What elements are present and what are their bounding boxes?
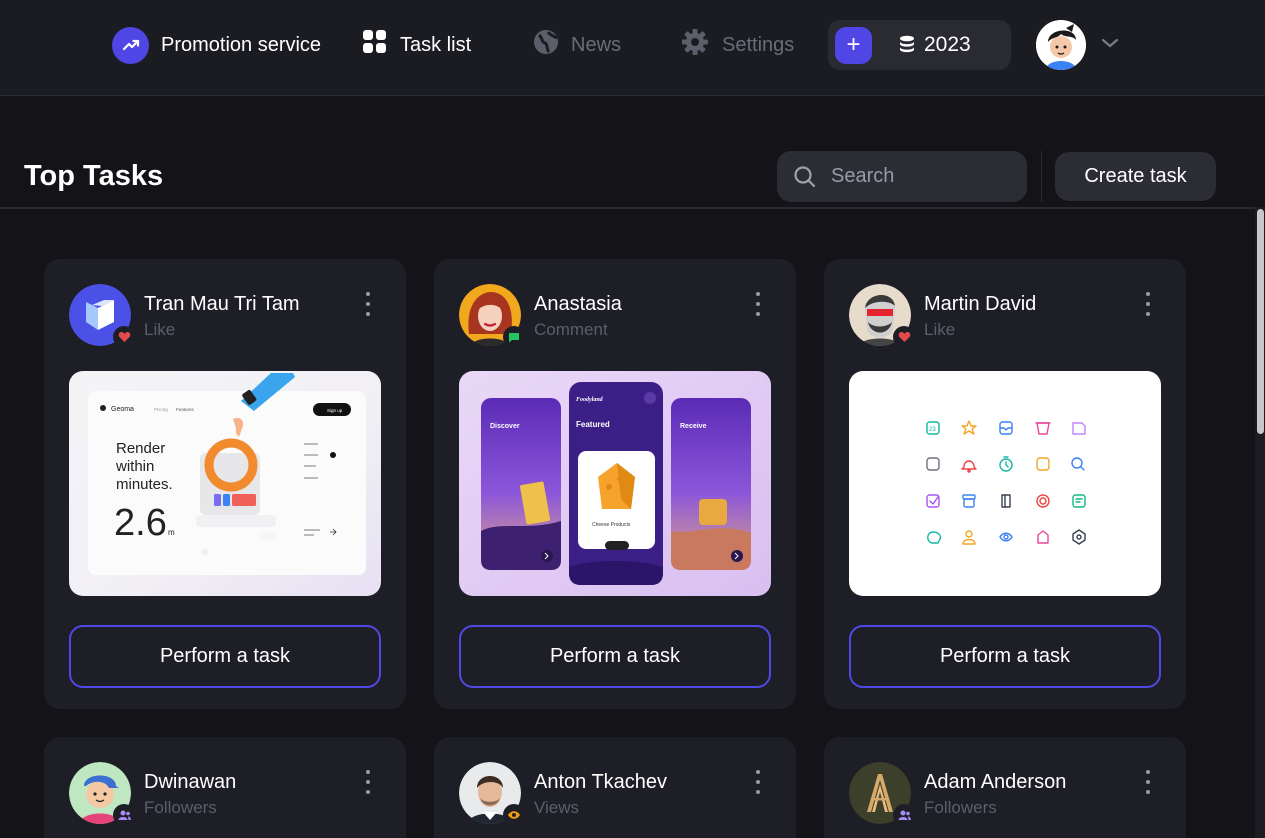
task-card: Tran Mau Tri Tam Like Geoma Pricing Feat…: [44, 259, 406, 709]
card-task-type: Like: [924, 320, 956, 339]
nav-news-label: News: [571, 33, 622, 56]
wallet-balance: 2023: [924, 33, 971, 56]
nav-promotion-service[interactable]: Promotion service: [112, 26, 321, 64]
preview-nav-left: Pricing: [154, 407, 168, 412]
followers-icon: [893, 804, 915, 826]
task-card: Martin David Like 23 Perform a task: [824, 259, 1186, 709]
more-options-icon[interactable]: [1142, 770, 1154, 794]
wallet-widget: + 2023: [828, 20, 1011, 70]
globe-icon: [533, 29, 559, 61]
top-navigation-bar: Promotion service Task list News Setting…: [0, 0, 1265, 96]
task-preview-image[interactable]: Geoma Pricing Features Sign up Render wi…: [69, 371, 381, 596]
page-title: Top Tasks: [24, 160, 164, 192]
add-funds-button[interactable]: +: [835, 26, 872, 64]
avatar: [459, 284, 525, 348]
card-task-type: Comment: [534, 320, 608, 339]
header-separator: [0, 207, 1255, 209]
card-user-name: Anton Tkachev: [534, 771, 668, 793]
preview-cta: Sign up: [327, 408, 343, 413]
chevron-down-icon[interactable]: [1101, 36, 1119, 54]
heart-icon: [113, 326, 135, 348]
search-box: [777, 151, 1027, 202]
card-task-type: Like: [144, 320, 176, 339]
more-options-icon[interactable]: [362, 292, 374, 316]
task-card: Adam Anderson Followers: [824, 737, 1186, 838]
heart-icon: [893, 326, 915, 348]
task-card: Anastasia Comment Discover Receive Foody…: [434, 259, 796, 709]
gear-icon: [680, 27, 710, 63]
comment-icon: [503, 326, 525, 348]
preview-icon-grid-label: 23: [929, 427, 936, 433]
nav-task-list[interactable]: Task list: [362, 26, 471, 64]
perform-task-button[interactable]: Perform a task: [69, 625, 381, 688]
card-task-type: Followers: [924, 798, 997, 817]
preview-screen-mid: Featured: [576, 420, 610, 429]
scrollbar-thumb[interactable]: [1257, 209, 1264, 434]
preview-brand: Geoma: [111, 406, 134, 413]
card-user-name: Adam Anderson: [924, 771, 1067, 793]
preview-unit: m: [168, 528, 175, 537]
grid-icon: [362, 29, 388, 61]
user-avatar[interactable]: [1036, 20, 1086, 70]
task-card: Dwinawan Followers: [44, 737, 406, 838]
perform-task-button[interactable]: Perform a task: [459, 625, 771, 688]
more-options-icon[interactable]: [752, 292, 764, 316]
header-divider: [1041, 151, 1042, 202]
task-preview-image[interactable]: Discover Receive Foodyland Featured Chee…: [459, 371, 771, 596]
preview-nav-right: Features: [176, 407, 195, 412]
preview-value: 2.6: [114, 502, 167, 544]
nav-settings-label: Settings: [722, 33, 795, 56]
card-user-name: Anastasia: [534, 293, 622, 315]
card-user-name: Martin David: [924, 293, 1037, 315]
trending-up-icon: [112, 26, 149, 64]
avatar: [69, 762, 135, 826]
preview-screen-right: Receive: [680, 423, 707, 430]
card-user-name: Dwinawan: [144, 771, 237, 793]
nav-promotion-label: Promotion service: [161, 33, 322, 56]
coins-icon: [899, 35, 915, 55]
eye-icon: [503, 804, 525, 826]
card-task-type: Followers: [144, 798, 217, 817]
nav-settings[interactable]: Settings: [680, 26, 794, 64]
more-options-icon[interactable]: [1142, 292, 1154, 316]
avatar: [849, 284, 915, 348]
avatar: [459, 762, 525, 826]
create-task-button[interactable]: Create task: [1055, 152, 1216, 201]
perform-task-button[interactable]: Perform a task: [849, 625, 1161, 688]
task-card: Anton Tkachev Views: [434, 737, 796, 838]
followers-icon: [113, 804, 135, 826]
card-task-type: Views: [534, 798, 580, 817]
nav-task-list-label: Task list: [400, 33, 472, 56]
search-icon: [793, 165, 817, 189]
more-options-icon[interactable]: [752, 770, 764, 794]
more-options-icon[interactable]: [362, 770, 374, 794]
card-user-name: Tran Mau Tri Tam: [144, 293, 300, 315]
preview-screen-left: Discover: [490, 423, 520, 430]
nav-news[interactable]: News: [533, 26, 621, 64]
preview-brand: Foodyland: [576, 397, 604, 403]
avatar: [849, 762, 915, 826]
avatar: [69, 284, 135, 348]
preview-product: Cheese Products: [592, 522, 631, 528]
search-input[interactable]: [831, 165, 1001, 188]
task-preview-image[interactable]: 23: [849, 371, 1161, 596]
